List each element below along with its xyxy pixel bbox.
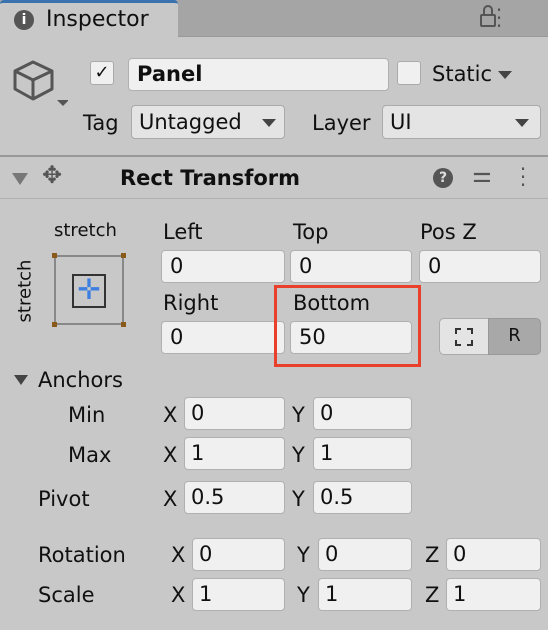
- anchor-h-label: stretch: [54, 220, 117, 241]
- y-label: Y: [297, 583, 310, 607]
- stretch-arrows-icon: ✛: [72, 274, 106, 308]
- right-field[interactable]: 0: [161, 321, 285, 354]
- rotation-y-field[interactable]: 0: [318, 538, 412, 571]
- static-dropdown-arrow[interactable]: [498, 71, 512, 79]
- pivot-label: Pivot: [38, 487, 90, 511]
- tab-inspector[interactable]: i Inspector: [0, 0, 178, 38]
- divider: [0, 198, 548, 199]
- anchor-corner: [52, 253, 57, 258]
- posz-field[interactable]: 0: [419, 250, 541, 283]
- top-label: Top: [293, 220, 329, 244]
- z-label: Z: [425, 583, 440, 607]
- x-label: X: [163, 487, 178, 511]
- max-x-field[interactable]: 1: [184, 437, 285, 470]
- left-label: Left: [163, 220, 203, 244]
- presets-icon[interactable]: ⚌: [472, 163, 492, 188]
- anchor-presets-button[interactable]: ✛: [52, 253, 126, 327]
- info-icon: i: [14, 10, 34, 30]
- tab-title: Inspector: [46, 7, 149, 32]
- component-title: Rect Transform: [120, 166, 301, 190]
- static-label: Static: [432, 62, 493, 86]
- dashed-rect-icon: [455, 328, 473, 346]
- y-label: Y: [292, 443, 305, 467]
- x-label: X: [163, 443, 178, 467]
- y-label: Y: [297, 543, 310, 567]
- anchor-corner: [121, 322, 126, 327]
- x-label: X: [171, 583, 186, 607]
- component-header[interactable]: ✥ Rect Transform ? ⚌ · · ·: [0, 157, 548, 198]
- static-checkbox[interactable]: [397, 61, 421, 85]
- anchors-foldout-icon[interactable]: [14, 375, 28, 385]
- highlight-box: [274, 285, 421, 367]
- component-menu-icon[interactable]: · · ·: [515, 159, 531, 195]
- layer-label: Layer: [312, 111, 371, 135]
- anchor-v-label: stretch: [14, 259, 36, 323]
- min-y-field[interactable]: 0: [313, 397, 412, 430]
- right-label: Right: [163, 291, 219, 315]
- layer-value: UI: [390, 110, 412, 134]
- max-label: Max: [68, 443, 112, 467]
- layer-dropdown[interactable]: UI: [382, 105, 541, 139]
- tag-label: Tag: [83, 111, 119, 135]
- gameobject-cube-icon[interactable]: [12, 58, 68, 110]
- tag-dropdown[interactable]: Untagged: [131, 105, 285, 139]
- foldout-arrow-icon[interactable]: [12, 173, 28, 185]
- left-field[interactable]: 0: [161, 250, 285, 283]
- min-x-field[interactable]: 0: [184, 397, 285, 430]
- x-label: X: [163, 403, 178, 427]
- pivot-y-field[interactable]: 0.5: [313, 481, 412, 514]
- scale-x-field[interactable]: 1: [192, 578, 285, 611]
- posz-label: Pos Z: [420, 220, 477, 244]
- z-label: Z: [425, 543, 440, 567]
- rotation-label: Rotation: [38, 543, 126, 567]
- help-icon[interactable]: ?: [433, 168, 453, 188]
- scale-z-field[interactable]: 1: [446, 578, 541, 611]
- scale-label: Scale: [38, 583, 95, 607]
- pivot-x-field[interactable]: 0.5: [184, 481, 285, 514]
- rotation-x-field[interactable]: 0: [192, 538, 285, 571]
- rect-transform-icon: ✥: [42, 161, 63, 189]
- y-label: Y: [292, 403, 305, 427]
- min-label: Min: [68, 403, 106, 427]
- anchors-label[interactable]: Anchors: [38, 367, 123, 393]
- active-checkbox[interactable]: ✓: [90, 61, 114, 85]
- anchor-corner: [121, 253, 126, 258]
- blueprint-mode-button[interactable]: [439, 318, 489, 355]
- more-menu-icon[interactable]: · · ·: [491, 0, 507, 36]
- name-field[interactable]: Panel: [128, 58, 389, 91]
- chevron-down-icon: [262, 119, 276, 127]
- anchor-corner: [52, 322, 57, 327]
- chevron-down-icon: [515, 119, 529, 127]
- raw-edit-button[interactable]: R: [488, 318, 541, 355]
- y-label: Y: [292, 487, 305, 511]
- x-label: X: [171, 543, 186, 567]
- max-y-field[interactable]: 1: [313, 437, 412, 470]
- scale-y-field[interactable]: 1: [318, 578, 412, 611]
- top-field[interactable]: 0: [290, 250, 412, 283]
- tag-value: Untagged: [139, 110, 242, 134]
- rotation-z-field[interactable]: 0: [446, 538, 541, 571]
